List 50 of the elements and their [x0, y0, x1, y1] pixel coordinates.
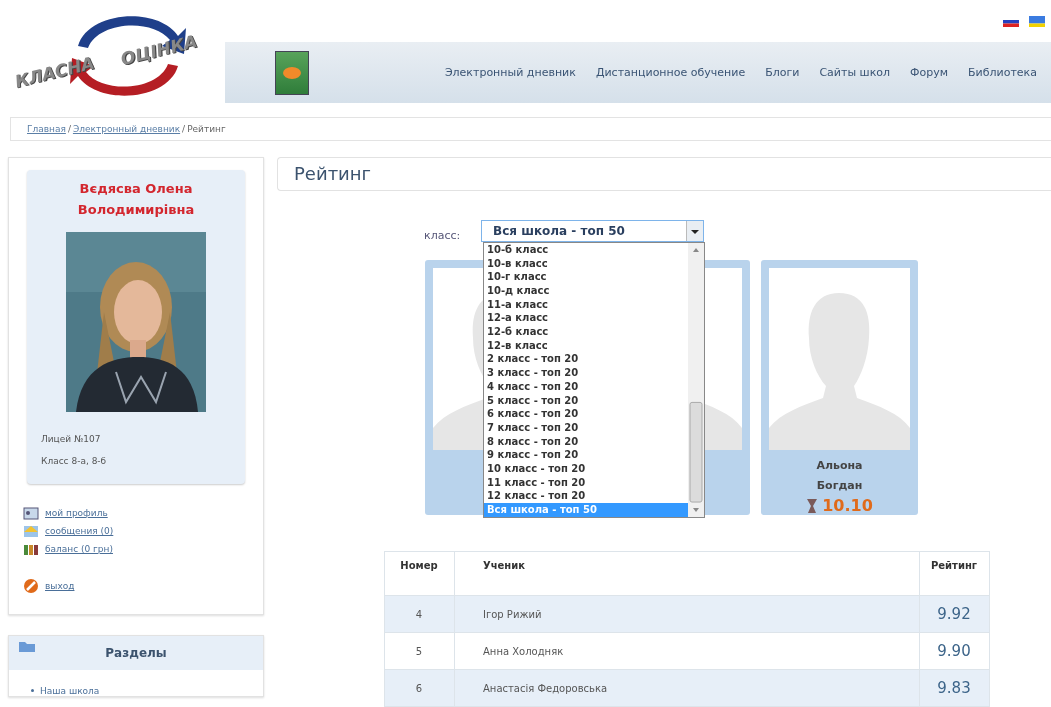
silhouette-icon	[769, 268, 910, 450]
folder-icon	[19, 640, 35, 652]
profile-link[interactable]: выход	[45, 581, 75, 591]
profile-link[interactable]: мой профиль	[45, 508, 108, 518]
column-header: Ученик	[454, 551, 920, 596]
nav-link[interactable]: Дистанционное обучение	[595, 66, 746, 79]
breadcrumb-separator: /	[182, 124, 186, 134]
nav-link[interactable]: Форум	[910, 66, 949, 79]
bullet-icon	[31, 688, 34, 692]
column-header: Номер	[384, 551, 455, 596]
profile-name: Вєдясва Олена	[79, 180, 193, 198]
rating-value: 10.10	[822, 496, 873, 515]
scrollbar[interactable]	[688, 242, 704, 517]
no-entry-icon	[23, 578, 39, 594]
breadcrumb-separator: /	[67, 124, 71, 134]
flag-icon[interactable]	[1029, 15, 1045, 27]
school-text: Лицей №107	[41, 433, 102, 446]
student-name: Альона	[816, 458, 863, 474]
table-cell: 9.83	[919, 669, 990, 707]
nav-link[interactable]: Сайты школ	[819, 66, 891, 79]
envelope-icon	[23, 524, 39, 538]
table-cell: 9.90	[919, 632, 990, 670]
page-title: Рейтинг	[294, 163, 372, 185]
profile-link[interactable]: сообщения (0)	[45, 526, 114, 536]
class-label: класс:	[424, 228, 461, 242]
section-link[interactable]: Наша школа	[40, 686, 100, 696]
nav-link[interactable]: Блоги	[765, 66, 800, 79]
table-cell: Анастасія Федоровська	[454, 669, 920, 707]
table-cell: Ігор Рижий	[454, 595, 920, 633]
table-cell: 9.92	[919, 595, 990, 633]
class-text: Класс 8-а, 8-б	[41, 455, 107, 468]
books-icon	[23, 542, 39, 556]
class-select[interactable]: Вся школа - топ 50	[481, 219, 704, 242]
sections-title: Разделы	[104, 646, 168, 660]
caret-icon[interactable]	[686, 220, 703, 241]
student-name: Богдан	[816, 478, 863, 494]
column-header: Рейтинг	[919, 551, 990, 596]
table-cell: 4	[384, 595, 455, 633]
breadcrumb-link[interactable]: Главная	[27, 124, 66, 134]
breadcrumb-link[interactable]: Электронный дневник	[72, 124, 181, 134]
breadcrumb-current: Рейтинг	[187, 124, 226, 134]
nav-link[interactable]: Электронный дневник	[444, 66, 576, 79]
profile-name: Володимирівна	[77, 201, 195, 219]
nav-link[interactable]: Библиотека	[968, 66, 1037, 79]
book-icon	[275, 50, 309, 95]
table-cell: 5	[384, 632, 455, 670]
table-cell: 6	[384, 669, 455, 707]
id-card-icon	[23, 506, 39, 520]
table-cell: Анна Холодняк	[454, 632, 920, 670]
profile-link[interactable]: баланс (0 грн)	[45, 544, 113, 554]
